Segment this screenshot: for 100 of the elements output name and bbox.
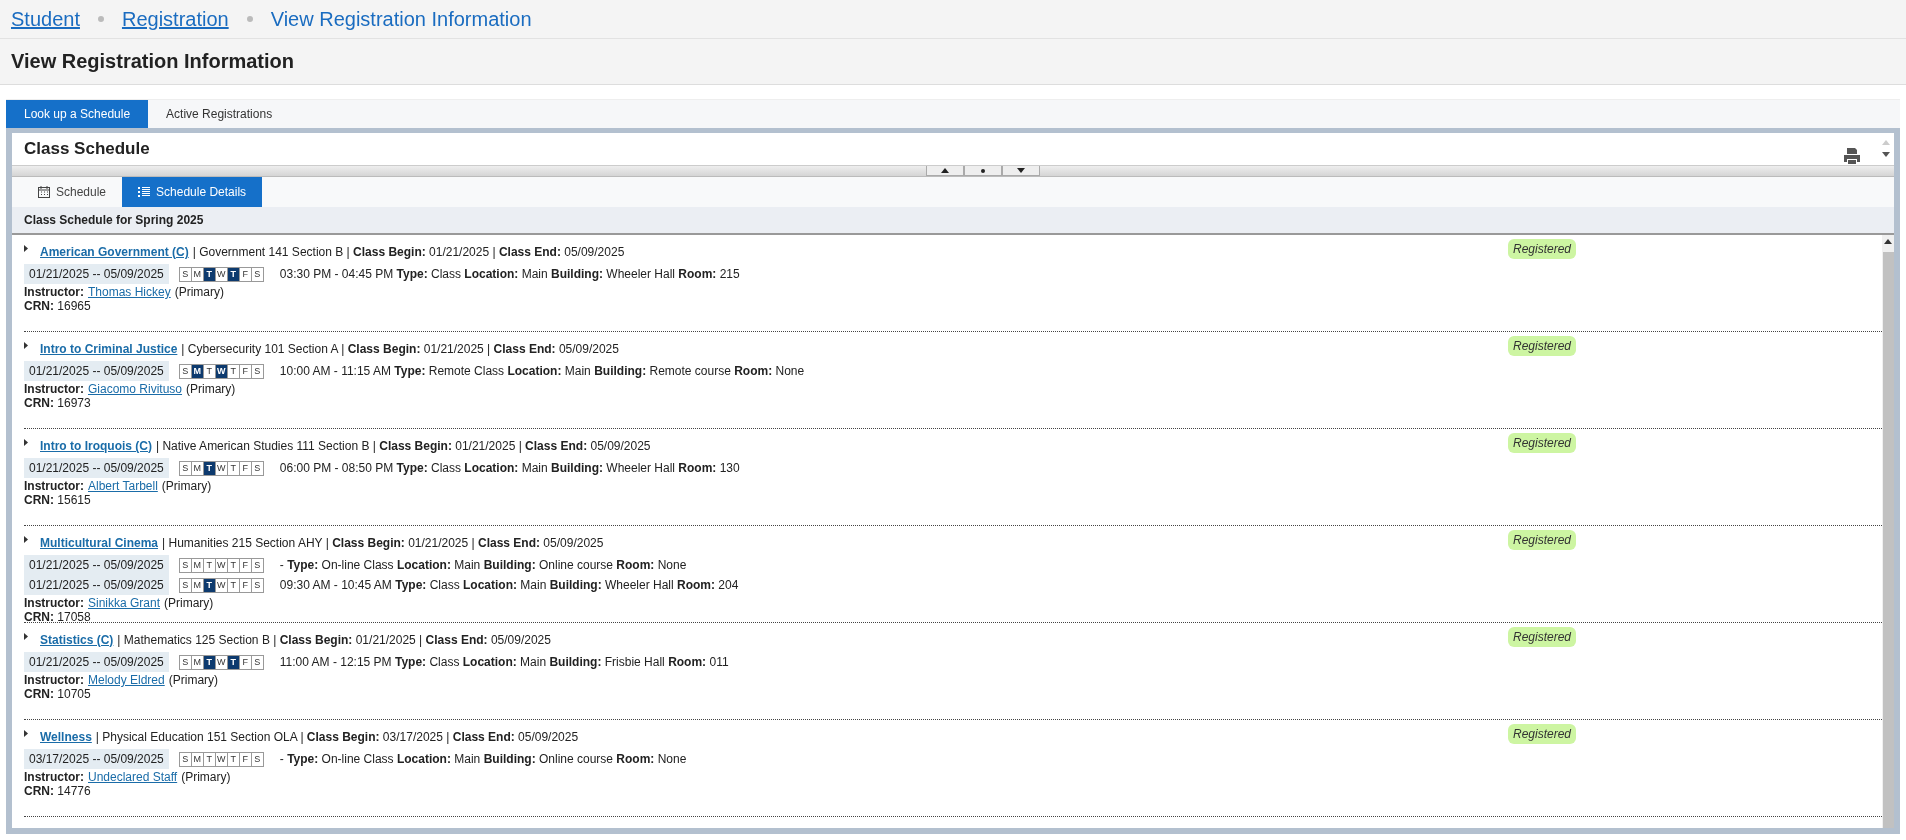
date-range: 01/21/2025 -- 05/09/2025 [24, 575, 169, 595]
class-title-link[interactable]: American Government (C) [40, 244, 189, 259]
instructor-link[interactable]: Albert Tarbell [88, 479, 158, 493]
crn-text: CRN: 16965 [24, 299, 92, 313]
status-badge: Registered [1508, 239, 1577, 259]
weekday-cell: M [191, 267, 204, 281]
expand-caret-icon[interactable] [24, 245, 28, 252]
weekday-cell: T [227, 752, 240, 766]
move-up-button[interactable] [926, 166, 964, 176]
instructor-link[interactable]: Thomas Hickey [88, 285, 171, 299]
weekday-cell: T [227, 558, 240, 572]
instructor-role: (Primary) [168, 673, 219, 687]
instructor-label: Instructor: [24, 673, 84, 687]
crn-text: CRN: 10705 [24, 687, 92, 701]
status-badge: Registered [1508, 627, 1577, 647]
instructor-link[interactable]: Sinikka Grant [88, 596, 161, 610]
weekday-cell: T [227, 578, 240, 592]
meeting-details: 11:00 AM - 12:15 PM Type: Class Location: Main Building: Frisbie Hall Room: 011 [279, 655, 729, 669]
expand-caret-icon[interactable] [24, 439, 28, 446]
class-title-link[interactable]: Intro to Iroquois (C) [40, 438, 152, 453]
page-title: View Registration Information [11, 50, 294, 73]
class-title-link[interactable]: Statistics (C) [40, 632, 114, 647]
status-badge: Registered [1508, 336, 1577, 356]
breadcrumb-link[interactable]: Student [11, 7, 80, 31]
meeting-details: - Type: On-line Class Location: Main Building: Online course Room: None [279, 752, 687, 766]
expand-caret-icon[interactable] [24, 633, 28, 640]
class-title-link[interactable]: Intro to Criminal Justice [40, 341, 178, 356]
weekday-cell: S [179, 752, 192, 766]
class-summary: | Humanities 215 Section AHY | Class Begin: 01/21/2025 | Class End: 05/09/2025 [162, 535, 604, 550]
weekday-cell-text: S [253, 752, 262, 766]
meeting-details: 03:30 PM - 04:45 PM Type: Class Location: Main Building: Wheeler Hall Room: 215 [279, 267, 740, 281]
instructor-role: (Primary) [164, 596, 214, 610]
status-badge: Registered [1508, 433, 1577, 453]
center-button[interactable] [964, 166, 1002, 176]
status-badge: Registered [1508, 530, 1577, 550]
date-range: 03/17/2025 -- 05/09/2025 [24, 749, 169, 769]
weekday-cell: F [239, 461, 252, 475]
weekday-cell: T [203, 364, 216, 378]
weekday-cell: S [179, 558, 192, 572]
calendar-icon [38, 186, 50, 198]
date-range: 01/21/2025 -- 05/09/2025 [24, 652, 169, 672]
weekday-cell: M [191, 558, 204, 572]
list-icon [138, 186, 151, 198]
weekday-cell: S [179, 578, 192, 592]
date-range: 01/21/2025 -- 05/09/2025 [24, 264, 169, 284]
date-range: 01/21/2025 -- 05/09/2025 [24, 555, 169, 575]
weekday-cell: T [227, 364, 240, 378]
printer-icon[interactable] [1842, 147, 1862, 165]
weekday-cell: F [239, 558, 252, 572]
breadcrumb-current: View Registration Information [270, 7, 532, 31]
instructor-link[interactable]: Melody Eldred [88, 673, 165, 687]
crn-text: CRN: 15615 [24, 493, 92, 507]
crn-text: CRN: 17058 [24, 610, 92, 624]
expand-caret-icon[interactable] [24, 536, 28, 543]
instructor-link[interactable]: Giacomo Rivituso [88, 382, 183, 396]
weekday-cell-text: S [253, 267, 262, 281]
weekday-cell: W [215, 578, 228, 592]
separator-dot-icon [97, 16, 104, 22]
weekday-cell: M [191, 578, 204, 592]
down-triangle-icon [1017, 168, 1025, 173]
weekday-cell: W [215, 461, 228, 475]
class-title-link[interactable]: Multicultural Cinema [40, 535, 158, 550]
breadcrumb-link[interactable]: Registration [121, 7, 229, 31]
move-down-button[interactable] [1002, 166, 1040, 176]
instructor-label: Instructor: [24, 770, 84, 784]
scrollbar[interactable] [1882, 235, 1894, 828]
date-range: 01/21/2025 -- 05/09/2025 [24, 361, 169, 381]
weekday-cell: S [179, 267, 192, 281]
class-title-link[interactable]: Wellness [40, 729, 92, 744]
meeting-details: 09:30 AM - 10:45 AM Type: Class Location: Main Building: Wheeler Hall Room: 204 [279, 578, 739, 592]
view-tab[interactable]: Schedule Details [122, 177, 263, 207]
instructor-label: Instructor: [24, 382, 84, 396]
weekday-cell: S [179, 461, 192, 475]
expand-caret-icon[interactable] [24, 730, 28, 737]
instructor-role: (Primary) [161, 479, 212, 493]
weekday-cell: S [179, 655, 192, 669]
weekday-cell-text: S [253, 461, 262, 475]
meeting-details: 10:00 AM - 11:15 AM Type: Remote Class Location: Main Building: Remote course Room: None [279, 364, 805, 378]
scroll-up-arrow-icon[interactable] [1884, 239, 1892, 244]
scrollbar[interactable] [1880, 140, 1892, 158]
scroll-down-arrow-icon[interactable] [1882, 152, 1890, 158]
expand-caret-icon[interactable] [24, 342, 28, 349]
instructor-link[interactable]: Undeclared Staff [88, 770, 178, 784]
weekday-cell: F [239, 655, 252, 669]
class-summary: | Cybersecurity 101 Section A | Class Begin: 01/21/2025 | Class End: 05/09/2025 [181, 341, 619, 356]
class-summary: | Mathematics 125 Section B | Class Begin: 01/21/2025 | Class End: 05/09/2025 [117, 632, 551, 647]
tab[interactable]: Active Registrations [148, 100, 291, 128]
instructor-role: (Primary) [181, 770, 231, 784]
date-range: 01/21/2025 -- 05/09/2025 [24, 458, 169, 478]
status-badge: Registered [1508, 724, 1577, 744]
weekday-cell: F [239, 578, 252, 592]
up-triangle-icon [941, 168, 949, 173]
crn-text: CRN: 14776 [24, 784, 92, 798]
tab[interactable]: Look up a Schedule [6, 100, 149, 128]
view-tab[interactable]: Schedule [22, 177, 123, 207]
weekday-cell: M [191, 752, 204, 766]
weekday-cell: F [239, 267, 252, 281]
panel-title: Class Schedule [24, 139, 151, 159]
schedule-heading: Class Schedule for Spring 2025 [12, 207, 1894, 235]
class-summary: | Physical Education 151 Section OLA | Class Begin: 03/17/2025 | Class End: 05/09/2025 [95, 729, 579, 744]
